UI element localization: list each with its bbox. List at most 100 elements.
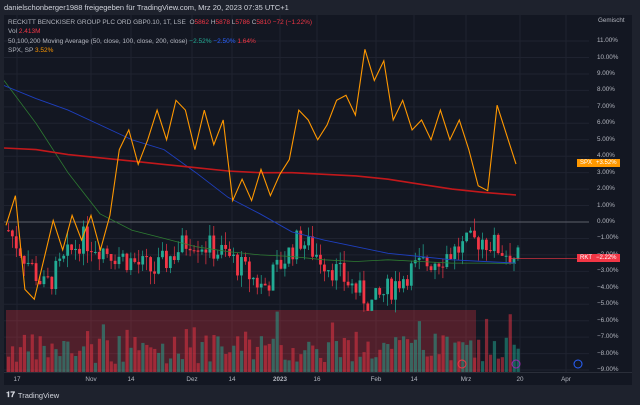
volume-bar — [101, 324, 105, 372]
volume-bar — [323, 361, 327, 372]
volume-bar — [105, 340, 109, 372]
candle-body — [516, 247, 520, 259]
spx-legend: SPX, SP 3.52% — [8, 46, 54, 54]
x-tick-label: 14 — [127, 376, 135, 383]
volume-bar — [168, 358, 173, 372]
candle-body — [247, 261, 251, 280]
y-tick-label: −6.00% — [597, 316, 619, 324]
candle-body — [192, 250, 196, 252]
volume-bar — [196, 363, 200, 372]
candle-body — [153, 271, 156, 274]
candle-body — [417, 257, 421, 261]
candle-body — [34, 263, 38, 282]
candle-body — [437, 263, 441, 267]
y-tick-label: 0.00% — [597, 218, 615, 225]
candle-body — [338, 262, 342, 265]
candle-body — [46, 276, 50, 278]
volume-bar — [7, 356, 11, 372]
candle-body — [326, 270, 330, 272]
candle-body — [259, 283, 263, 288]
volume-bar — [421, 349, 425, 372]
volume-bar — [121, 361, 125, 372]
y-tick-label: −8.00% — [597, 349, 619, 357]
candle-body — [275, 259, 279, 265]
volume-bar — [492, 341, 497, 372]
y-tick-label: 1.00% — [597, 201, 615, 209]
candle-body — [271, 264, 275, 291]
y-tick-label: −1.00% — [597, 234, 619, 242]
y-tick-label: −5.00% — [597, 300, 619, 308]
volume-bar — [188, 347, 192, 372]
volume-bar — [291, 348, 295, 372]
x-tick-label: 14 — [228, 376, 236, 383]
candle-body — [409, 263, 413, 286]
candle-body — [141, 256, 145, 265]
volume-bar — [374, 357, 378, 372]
volume-bar — [283, 359, 287, 372]
x-tick-label: Apr — [561, 376, 571, 383]
volume-bar — [255, 346, 260, 372]
candle-body — [180, 235, 184, 253]
volume-bar — [62, 341, 66, 372]
candle-body — [457, 246, 461, 253]
volume-bar — [70, 353, 74, 372]
candle-body — [386, 278, 389, 295]
volume-bar — [263, 345, 267, 372]
open-value: 5862 — [194, 19, 209, 26]
tradingview-logo[interactable]: 𝟏𝟕 TradingView — [6, 390, 59, 400]
volume-bar — [287, 360, 291, 372]
candle-body — [66, 244, 70, 256]
candle-body — [394, 281, 397, 300]
candle-body — [157, 257, 160, 274]
volume-bar — [500, 357, 504, 372]
candle-body — [172, 256, 176, 261]
scale-mode-label[interactable]: Gemischt — [598, 17, 625, 24]
volume-bar — [481, 361, 485, 372]
volume-bar — [354, 331, 358, 372]
candle-body — [354, 283, 358, 293]
volume-bar — [402, 336, 406, 372]
candle-body — [449, 254, 453, 259]
y-tick-label: 11.00% — [597, 37, 618, 45]
volume-bar — [42, 345, 46, 372]
volume-bar — [299, 354, 303, 372]
candle-body — [267, 285, 271, 291]
candle-body — [382, 294, 386, 296]
volume-bar — [161, 343, 165, 372]
candle-body — [7, 230, 10, 232]
volume-bar — [224, 353, 228, 372]
volume-bar — [180, 359, 184, 372]
candle-body — [74, 248, 77, 251]
candle-body — [251, 277, 255, 280]
candle-body — [496, 234, 500, 254]
candle-body — [93, 251, 97, 253]
candle-body — [413, 260, 417, 264]
volume-bar — [413, 339, 418, 372]
volume-bar — [78, 350, 82, 372]
candle-body — [200, 249, 204, 252]
candle-body — [283, 263, 287, 269]
candle-body — [70, 244, 73, 251]
candle-body — [421, 257, 425, 259]
volume-bar — [437, 354, 441, 372]
volume-bar — [212, 335, 216, 372]
candle-body — [315, 254, 318, 257]
volume-bar — [149, 347, 153, 372]
candle-body — [287, 247, 291, 264]
price-chart[interactable] — [3, 15, 632, 372]
volume-bar — [508, 314, 512, 372]
volume-bar — [172, 336, 177, 372]
low-value: 5786 — [235, 19, 250, 26]
volume-bar — [82, 346, 86, 372]
chart-pane[interactable] — [3, 15, 632, 372]
x-tick-label: Feb — [370, 376, 382, 383]
volume-bar — [113, 363, 117, 372]
symbol-name: RECKITT BENCKISER GROUP PLC ORD GBP0.10,… — [8, 19, 186, 26]
candle-body — [54, 260, 58, 290]
candle-body — [216, 254, 220, 259]
volume-bar — [109, 361, 113, 372]
candle-body — [461, 241, 465, 253]
candle-body — [161, 250, 164, 258]
candle-body — [291, 247, 295, 260]
volume-bar — [228, 352, 232, 372]
